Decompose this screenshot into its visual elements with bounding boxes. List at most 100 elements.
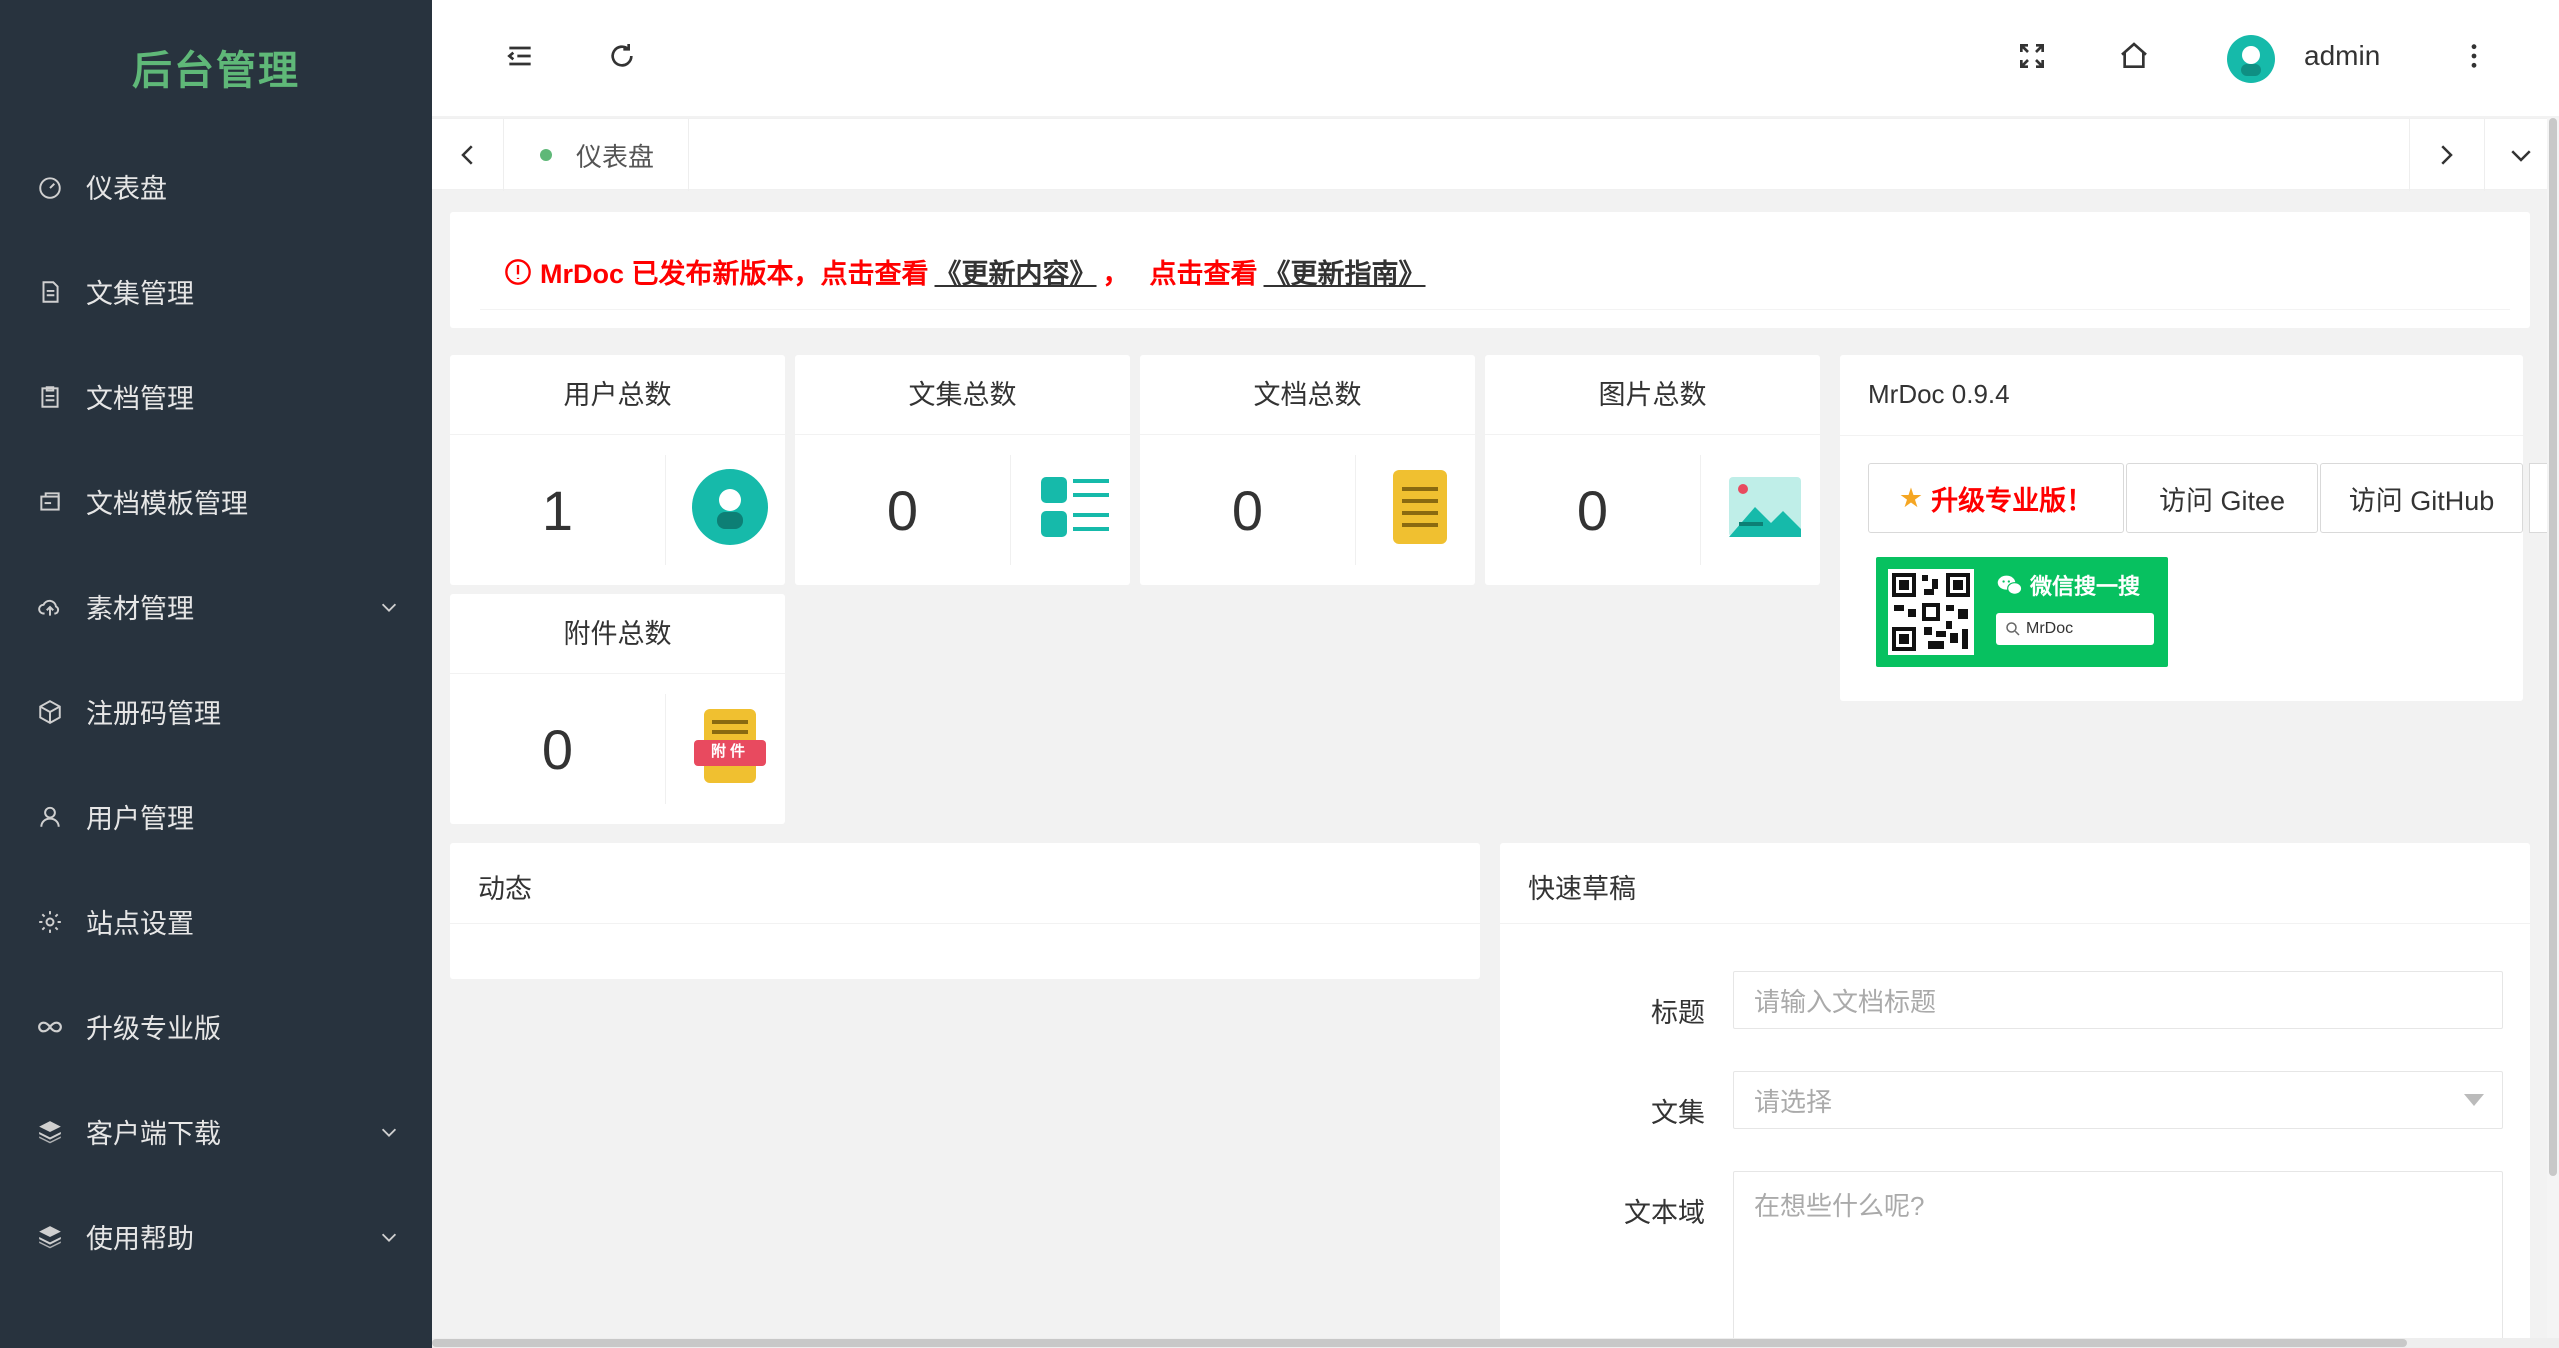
stat-value: 1 [541, 478, 574, 542]
stat-card-documents: 文档总数 0 [1140, 355, 1475, 585]
upload-cloud-icon [36, 593, 64, 621]
stat-title: 图片总数 [1485, 355, 1820, 435]
document-icon [36, 278, 64, 306]
gear-icon [36, 908, 64, 936]
wechat-search-banner[interactable]: 微信搜一搜 MrDoc [1876, 557, 2168, 667]
wechat-search-text: MrDoc [2026, 620, 2074, 637]
notice-separator: ， [1102, 259, 1130, 289]
visit-gitee-button[interactable]: 访问 Gitee [2126, 463, 2318, 533]
sidebar-item-site-settings[interactable]: 站点设置 [0, 869, 432, 974]
star-icon: ★ [1898, 482, 1924, 513]
sidebar-item-label: 仪表盘 [86, 174, 167, 204]
project-select[interactable]: 请选择 [1733, 1071, 2503, 1129]
sidebar-item-label: 文档管理 [86, 384, 194, 414]
sidebar-item-upgrade[interactable]: 升级专业版 [0, 974, 432, 1079]
wechat-title: 微信搜一搜 [1996, 569, 2140, 601]
tab-scroll-left-button[interactable] [432, 119, 504, 191]
upgrade-pro-button[interactable]: ★ 升级专业版！ [1868, 463, 2124, 533]
top-header: admin [432, 0, 2559, 116]
project-select-placeholder: 请选择 [1754, 1086, 1833, 1117]
activity-card: 动态 [450, 843, 1480, 979]
infinity-icon [36, 1013, 64, 1041]
stat-title: 文集总数 [795, 355, 1130, 435]
avatar-user-icon [2241, 46, 2261, 76]
stat-card-images: 图片总数 0 [1485, 355, 1820, 585]
sidebar-item-client-download[interactable]: 客户端下载 [0, 1079, 432, 1184]
app-logo: 后台管理 [132, 49, 300, 93]
activity-title: 动态 [478, 874, 532, 904]
dropdown-arrow-icon [2464, 1094, 2484, 1106]
scrollbar-thumb[interactable] [2549, 118, 2557, 1176]
more-options-button[interactable] [2454, 36, 2494, 76]
sidebar-item-documents[interactable]: 文档管理 [0, 344, 432, 449]
stat-card-attachments: 附件总数 0 附件 [450, 594, 785, 824]
cube-icon [36, 698, 64, 726]
document-icon [1380, 467, 1460, 547]
vertical-scrollbar[interactable] [2547, 118, 2559, 1348]
divider [1840, 435, 2523, 436]
divider [1700, 455, 1701, 565]
sidebar-item-templates[interactable]: 文档模板管理 [0, 449, 432, 554]
stat-card-users: 用户总数 1 [450, 355, 785, 585]
stat-title: 附件总数 [450, 594, 785, 674]
tab-dashboard[interactable]: 仪表盘 [506, 119, 690, 191]
sidebar-item-help[interactable]: 使用帮助 [0, 1184, 432, 1289]
image-icon [1725, 467, 1805, 547]
sidebar-item-label: 站点设置 [86, 909, 194, 939]
chevron-left-icon [460, 145, 473, 165]
sidebar-item-label: 升级专业版 [86, 1014, 221, 1044]
stat-value: 0 [886, 478, 919, 542]
more-vertical-icon [2471, 44, 2477, 68]
scrollbar-thumb[interactable] [432, 1339, 2407, 1347]
tab-scroll-right-button[interactable] [2409, 119, 2481, 191]
home-button[interactable] [2114, 36, 2154, 76]
update-notice: MrDoc 已发布新版本，点击查看 《更新内容》 ， 点击查看 《更新指南》 [450, 212, 2530, 328]
list-icon [1035, 467, 1115, 547]
layers-icon [36, 1118, 64, 1146]
menu-toggle-button[interactable] [500, 36, 540, 76]
content-textarea[interactable]: 在想些什么呢? [1733, 1171, 2503, 1348]
fullscreen-button[interactable] [2012, 36, 2052, 76]
stat-value: 0 [1231, 478, 1264, 542]
horizontal-scrollbar[interactable] [432, 1338, 2559, 1348]
sidebar-item-label: 文集管理 [86, 279, 194, 309]
sidebar-item-reg-codes[interactable]: 注册码管理 [0, 659, 432, 764]
warning-icon [505, 258, 531, 285]
sidebar: 后台管理 仪表盘 文集管理 文档管理 文档模板管理 素材管理 注册码管理 用户管… [0, 0, 432, 1348]
divider [1500, 923, 2530, 924]
fullscreen-icon [2020, 44, 2044, 68]
menu-collapse-icon [507, 46, 531, 66]
sidebar-item-dashboard[interactable]: 仪表盘 [0, 134, 432, 239]
stat-title: 文档总数 [1140, 355, 1475, 435]
chevron-down-icon [2510, 150, 2531, 162]
chevron-right-icon [2440, 145, 2453, 165]
refresh-button[interactable] [602, 36, 642, 76]
update-guide-link[interactable]: 《更新指南》 [1264, 252, 1426, 291]
upgrade-pro-label: 升级专业版！ [1931, 485, 2094, 516]
quick-draft-card: 快速草稿 标题 请输入文档标题 文集 请选择 文本域 在想些什么呢? [1500, 843, 2530, 1348]
attachment-icon: 附件 [690, 706, 770, 786]
visit-github-button[interactable]: 访问 GitHub [2320, 463, 2523, 533]
chevron-down-icon [381, 1128, 397, 1137]
sidebar-item-users[interactable]: 用户管理 [0, 764, 432, 869]
qr-code-icon [1888, 569, 1974, 655]
title-input[interactable]: 请输入文档标题 [1733, 971, 2503, 1029]
wechat-title-text: 微信搜一搜 [2030, 574, 2141, 599]
avatar[interactable] [2227, 35, 2275, 83]
stat-card-collections: 文集总数 0 [795, 355, 1130, 585]
doc-list-icon [36, 383, 64, 411]
divider [450, 923, 1480, 924]
sidebar-item-collections[interactable]: 文集管理 [0, 239, 432, 344]
tab-menu-button[interactable] [2484, 119, 2556, 191]
username[interactable]: admin [2304, 40, 2380, 72]
update-content-link[interactable]: 《更新内容》 [935, 252, 1097, 291]
notice-text: MrDoc 已发布新版本，点击查看 《更新内容》 ， 点击查看 《更新指南》 [504, 252, 1432, 291]
sidebar-item-label: 文档模板管理 [86, 489, 248, 519]
divider [665, 694, 666, 804]
user-avatar-icon [690, 467, 770, 547]
tab-label: 仪表盘 [576, 141, 655, 172]
content-label: 文本域 [1624, 1198, 1705, 1228]
version-card: MrDoc 0.9.4 ★ 升级专业版！ 访问 Gitee 访问 GitHub … [1840, 355, 2523, 701]
chevron-down-icon [381, 1233, 397, 1242]
sidebar-item-materials[interactable]: 素材管理 [0, 554, 432, 659]
